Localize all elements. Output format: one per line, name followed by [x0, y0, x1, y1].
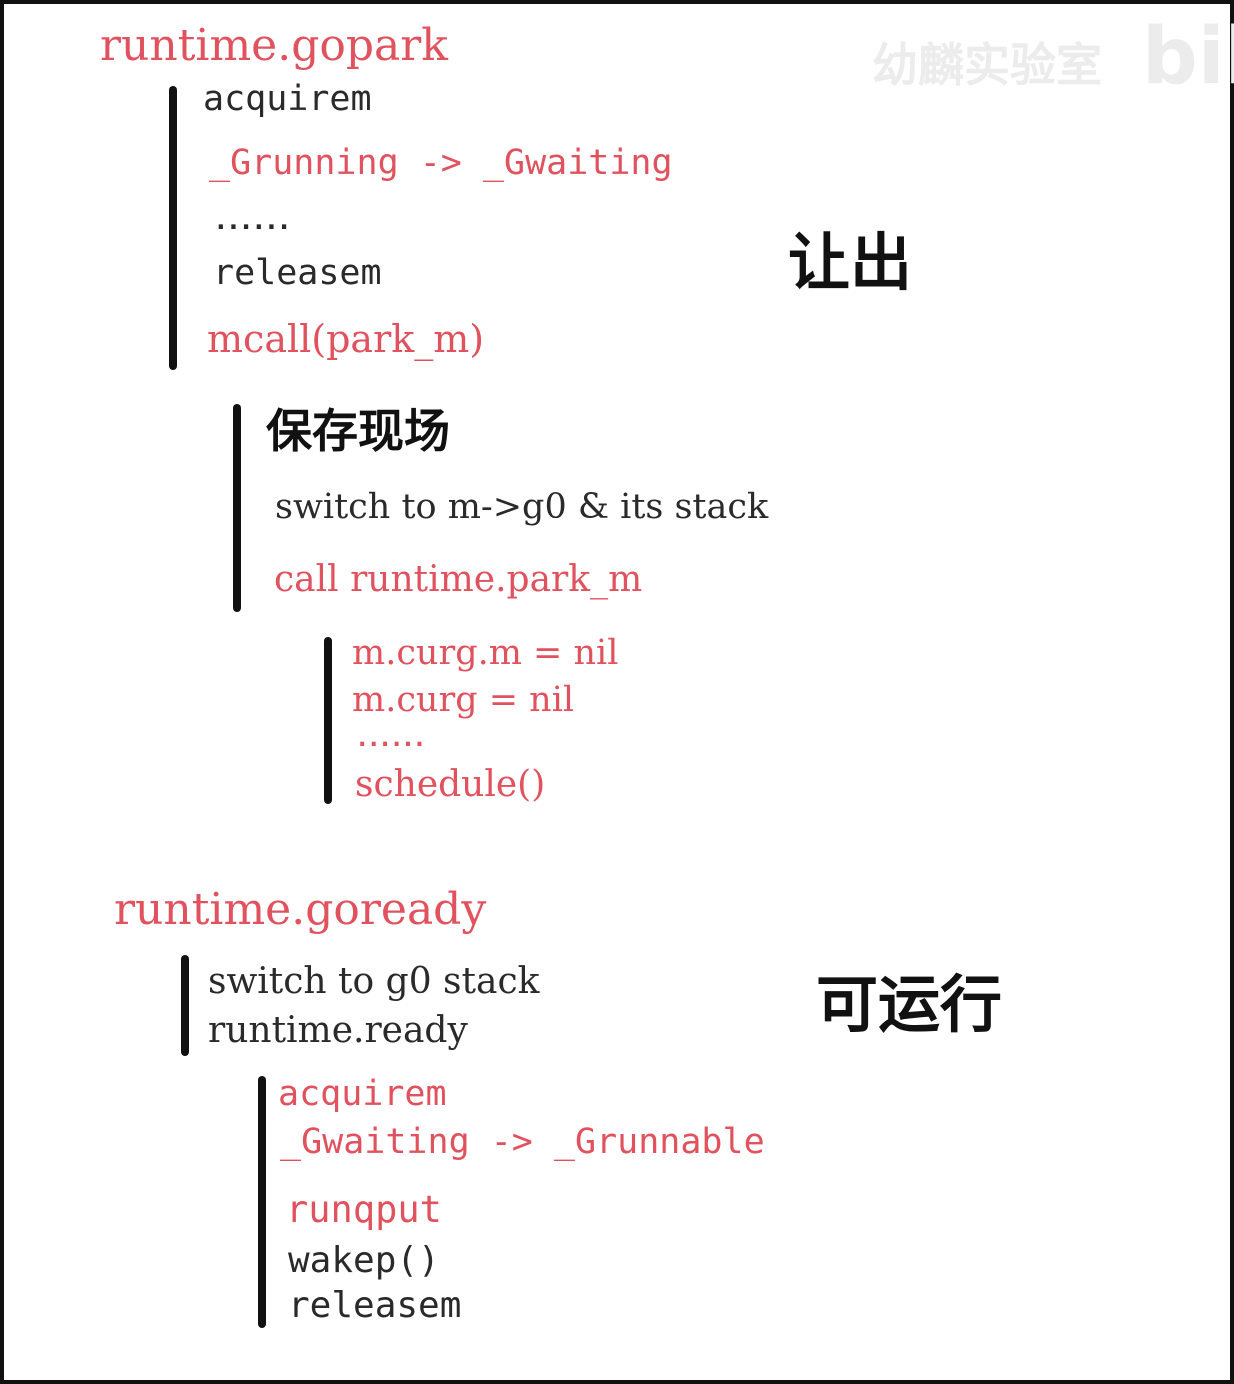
ready-wakep: wakep() [288, 1240, 440, 1281]
gopark-mcall: mcall(park_m) [207, 317, 485, 361]
goready-runtime-ready: runtime.ready [208, 1010, 468, 1051]
goready-switch-stack: switch to g0 stack [208, 961, 540, 1002]
watermark-channel: 幼麟实验室 [872, 38, 1102, 92]
gopark-title: runtime.gopark [100, 20, 448, 71]
gopark-acquirem: acquirem [203, 79, 372, 119]
gopark-transition: _Grunning -> _Gwaiting [209, 143, 673, 183]
watermark-logo: bili [1142, 12, 1234, 102]
park-m-curg-nil: m.curg = nil [352, 680, 575, 720]
gopark-bracket [169, 86, 177, 370]
gopark-releasem: releasem [213, 253, 382, 293]
diagram-canvas [0, 0, 1234, 1384]
ready-bracket [258, 1076, 266, 1328]
ready-releasem: releasem [288, 1285, 462, 1326]
mcall-call-park-m: call runtime.park_m [274, 559, 643, 600]
park-m-ellipsis: ...... [355, 724, 427, 752]
goready-label-runnable: 可运行 [816, 968, 1003, 1041]
park-m-schedule: schedule() [355, 764, 546, 805]
goready-bracket [181, 955, 189, 1056]
mcall-bracket [233, 404, 241, 612]
ready-runqput: runqput [286, 1188, 442, 1231]
goready-title: runtime.goready [114, 884, 487, 935]
mcall-switch-stack: switch to m->g0 & its stack [275, 487, 769, 527]
ready-transition: _Gwaiting -> _Grunnable [280, 1122, 765, 1162]
ready-acquirem: acquirem [278, 1074, 447, 1114]
gopark-ellipsis: ...... [213, 206, 292, 236]
mcall-save-context: 保存现场 [266, 404, 450, 458]
gopark-label-yield: 让出 [788, 226, 913, 299]
park-m-bracket [324, 637, 332, 804]
park-m-curg-m-nil: m.curg.m = nil [352, 633, 619, 673]
